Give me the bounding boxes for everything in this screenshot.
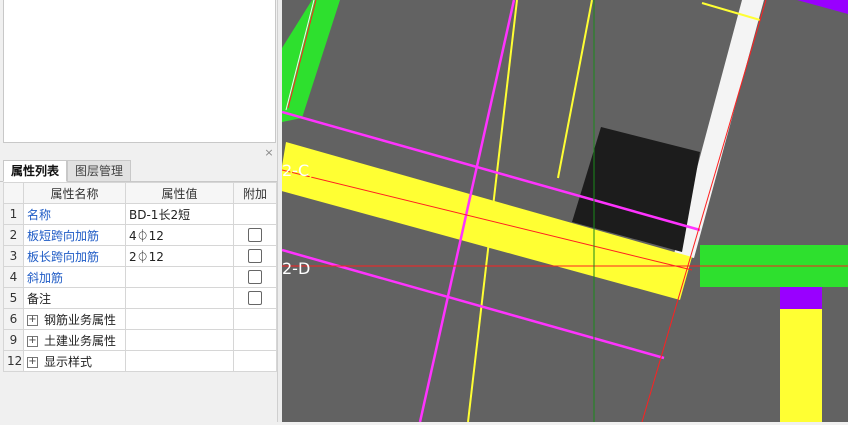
extra-checkbox[interactable]: [248, 291, 262, 306]
header-num: [3, 182, 24, 204]
table-row[interactable]: 12 + 显示样式: [3, 350, 277, 372]
property-panel: × 属性列表 图层管理 属性名称 属性值 附加 1 名称 BD-1长2短 2 板短跨向加…: [0, 0, 277, 422]
property-group-label: 显示样式: [44, 354, 93, 369]
extra-cell: [233, 266, 277, 288]
axis-label-2d: 2-D: [282, 259, 310, 278]
table-row[interactable]: 5 备注: [3, 287, 277, 309]
property-value-cell[interactable]: [125, 308, 234, 330]
extra-checkbox[interactable]: [248, 228, 262, 243]
property-name-cell: 板长跨向加筋: [23, 245, 126, 267]
property-value-cell[interactable]: BD-1长2短: [125, 203, 234, 225]
property-value-cell[interactable]: [125, 287, 234, 309]
row-number: 3: [3, 245, 24, 267]
row-number: 12: [3, 350, 24, 372]
extra-cell: [233, 308, 277, 330]
axis-label-2c: 2-C: [282, 161, 309, 180]
yellow-column: [780, 309, 822, 422]
expand-icon[interactable]: +: [27, 335, 38, 347]
extra-cell: [233, 287, 277, 309]
header-property-value: 属性值: [125, 182, 234, 204]
header-extra: 附加: [233, 182, 277, 204]
table-row[interactable]: 4 斜加筋: [3, 266, 277, 288]
property-name-cell: + 钢筋业务属性: [23, 308, 126, 330]
property-name-cell: 备注: [23, 287, 126, 309]
property-value-cell[interactable]: [125, 350, 234, 372]
row-number: 1: [3, 203, 24, 225]
close-icon[interactable]: ×: [263, 147, 275, 159]
row-number: 2: [3, 224, 24, 246]
row-number: 4: [3, 266, 24, 288]
extra-cell: [233, 203, 277, 225]
header-property-name: 属性名称: [23, 182, 126, 204]
table-row[interactable]: 1 名称 BD-1长2短: [3, 203, 277, 225]
panel-empty-lower: [3, 372, 276, 422]
extra-checkbox[interactable]: [248, 270, 262, 285]
property-group-label: 土建业务属性: [44, 333, 117, 348]
property-name-cell: + 土建业务属性: [23, 329, 126, 351]
property-table-body: 1 名称 BD-1长2短 2 板短跨向加筋 4⏀12 3 板长跨向加筋 2⏀12 4 斜加筋 5 备注 6…: [3, 203, 277, 372]
property-group-label: 钢筋业务属性: [44, 312, 117, 327]
panel-empty-area: [3, 0, 276, 143]
tab-layer-management[interactable]: 图层管理: [67, 160, 132, 182]
extra-cell: [233, 224, 277, 246]
row-number: 5: [3, 287, 24, 309]
table-row[interactable]: 2 板短跨向加筋 4⏀12: [3, 224, 277, 246]
property-name-cell: 板短跨向加筋: [23, 224, 126, 246]
row-number: 6: [3, 308, 24, 330]
property-name-cell: + 显示样式: [23, 350, 126, 372]
property-value-cell[interactable]: 4⏀12: [125, 224, 234, 246]
table-header-row: 属性名称 属性值 附加: [3, 182, 277, 204]
table-row[interactable]: 9 + 土建业务属性: [3, 329, 277, 351]
property-name-cell: 名称: [23, 203, 126, 225]
property-value-cell[interactable]: [125, 266, 234, 288]
panel-tab-strip: 属性列表 图层管理: [0, 160, 277, 182]
extra-cell: [233, 245, 277, 267]
extra-cell: [233, 329, 277, 351]
property-table: 属性名称 属性值 附加 1 名称 BD-1长2短 2 板短跨向加筋 4⏀12 3 板长跨向加筋…: [3, 182, 277, 372]
expand-icon[interactable]: +: [27, 356, 38, 368]
property-name-cell: 斜加筋: [23, 266, 126, 288]
drawing-canvas[interactable]: 2-C 2-D: [278, 0, 848, 423]
row-number: 9: [3, 329, 24, 351]
table-row[interactable]: 3 板长跨向加筋 2⏀12: [3, 245, 277, 267]
property-value-cell[interactable]: [125, 329, 234, 351]
property-value-cell[interactable]: 2⏀12: [125, 245, 234, 267]
tab-property-list[interactable]: 属性列表: [3, 160, 68, 182]
purple-column: [780, 287, 822, 309]
expand-icon[interactable]: +: [27, 314, 38, 326]
extra-checkbox[interactable]: [248, 249, 262, 264]
cad-drawing-viewport[interactable]: 2-C 2-D: [278, 0, 848, 423]
table-row[interactable]: 6 + 钢筋业务属性: [3, 308, 277, 330]
extra-cell: [233, 350, 277, 372]
